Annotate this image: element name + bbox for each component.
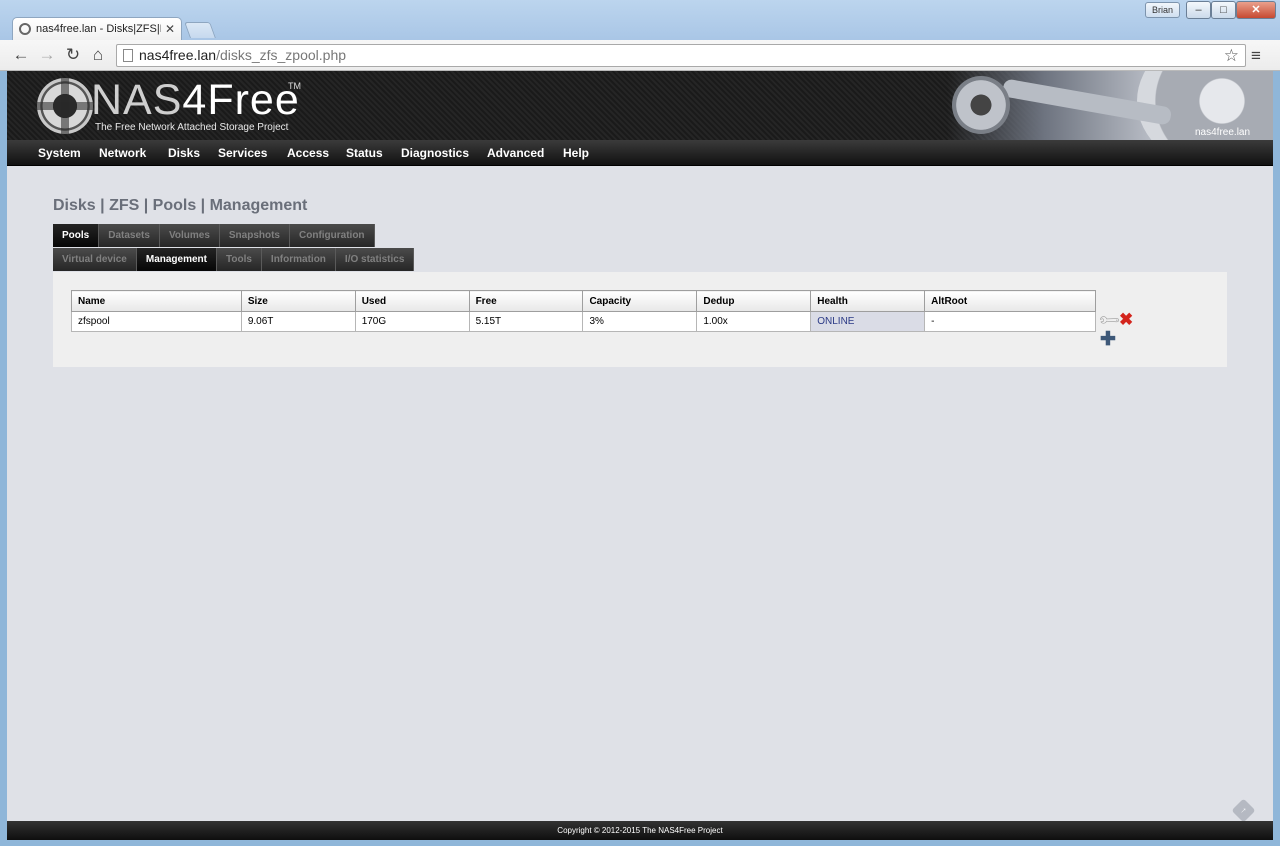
tab-tools[interactable]: Tools [216,248,262,271]
page-title: Disks | ZFS | Pools | Management [53,197,308,214]
page-icon [123,49,133,62]
content-area: Name Size Used Free Capacity Dedup Healt… [53,272,1227,367]
menu-system[interactable]: System [38,140,81,166]
pool-capacity: 3% [582,311,698,332]
column-header-used: Used [354,290,470,312]
tab-snapshots[interactable]: Snapshots [219,224,290,247]
address-bar[interactable]: nas4free.lan/disks_zfs_zpool.php ☆ [116,44,1246,67]
column-header-health: Health [810,290,926,312]
pool-table: Name Size Used Free Capacity Dedup Healt… [71,290,1096,332]
menu-access[interactable]: Access [287,140,329,166]
browser-tab[interactable]: nas4free.lan - Disks|ZFS|P ✕ [12,17,182,40]
back-button[interactable]: ← [11,45,31,65]
menu-network[interactable]: Network [99,140,146,166]
url-path: /disks_zfs_zpool.php [216,47,347,63]
tab-title: nas4free.lan - Disks|ZFS|P [36,23,161,35]
nas4free-page: NAS4Free TM The Free Network Attached St… [7,71,1273,840]
column-header-capacity: Capacity [582,290,698,312]
tab-management[interactable]: Management [136,248,217,271]
tab-volumes[interactable]: Volumes [159,224,220,247]
table-header-row: Name Size Used Free Capacity Dedup Healt… [71,290,1096,312]
column-header-free: Free [468,290,584,312]
menu-services[interactable]: Services [218,140,267,166]
minimize-button[interactable]: – [1186,1,1211,19]
pool-name: zfspool [71,311,242,332]
pool-used: 170G [354,311,470,332]
pool-dedup: 1.00x [696,311,812,332]
hostname: nas4free.lan [1195,127,1251,138]
site-header: NAS4Free TM The Free Network Attached St… [7,71,1273,140]
tab-pools[interactable]: Pools [53,224,100,247]
tagline: The Free Network Attached Storage Projec… [95,122,289,133]
logo-text[interactable]: NAS4Free [91,77,300,123]
nas4free-favicon-icon [19,23,31,35]
pool-altroot: - [924,311,1096,332]
column-header-altroot: AltRoot [924,290,1096,312]
tab-configuration[interactable]: Configuration [290,224,375,247]
logo-4free-text: 4Free [182,76,300,124]
column-header-name: Name [71,290,242,312]
scroll-to-top-icon[interactable]: ↑ [1231,798,1256,823]
bookmark-star-icon[interactable]: ☆ [1224,45,1239,66]
pool-free: 5.15T [468,311,584,332]
menu-disks[interactable]: Disks [168,140,200,166]
add-icon[interactable]: ✚ [1100,330,1116,349]
close-window-button[interactable]: ✕ [1236,1,1276,19]
logo-nas-text: NAS [91,76,183,124]
tab-close-icon[interactable]: ✕ [165,22,175,36]
menu-diagnostics[interactable]: Diagnostics [401,140,469,166]
tab-io-statistics[interactable]: I/O statistics [335,248,415,271]
home-button[interactable]: ⌂ [88,45,108,65]
logo-trademark: TM [288,81,301,91]
maximize-button[interactable]: □ [1211,1,1236,19]
profile-badge[interactable]: Brian [1145,2,1181,18]
secondary-tabs: Virtual device Management Tools Informat… [53,248,415,271]
tab-datasets[interactable]: Datasets [99,224,160,247]
browser-toolbar: ← → ↻ ⌂ nas4free.lan/disks_zfs_zpool.php… [0,40,1280,71]
pool-size: 9.06T [240,311,356,332]
delete-icon[interactable]: ✖ [1119,311,1133,328]
main-menu: System Network Disks Services Access Sta… [7,140,1273,166]
menu-help[interactable]: Help [563,140,589,166]
url-host: nas4free.lan [139,47,217,63]
column-header-size: Size [240,290,356,312]
tab-virtual-device[interactable]: Virtual device [53,248,137,271]
forward-button[interactable]: → [37,45,57,65]
table-row: zfspool 9.06T 170G 5.15T 3% 1.00x ONLINE… [71,311,1096,332]
new-tab-button[interactable] [184,22,216,38]
primary-tabs: Pools Datasets Volumes Snapshots Configu… [53,224,375,247]
tab-information[interactable]: Information [261,248,336,271]
browser-titlebar: nas4free.lan - Disks|ZFS|P ✕ Brian – □ ✕ [0,0,1280,40]
menu-status[interactable]: Status [346,140,383,166]
disk-hub-graphic [952,76,1010,134]
reload-button[interactable]: ↻ [63,45,83,65]
pool-health: ONLINE [810,311,926,332]
column-header-dedup: Dedup [696,290,812,312]
nas4free-logo-icon[interactable] [37,78,93,134]
chrome-menu-icon[interactable]: ≡ [1251,46,1261,66]
footer: Copyright © 2012-2015 The NAS4Free Proje… [7,821,1273,840]
menu-advanced[interactable]: Advanced [487,140,544,166]
